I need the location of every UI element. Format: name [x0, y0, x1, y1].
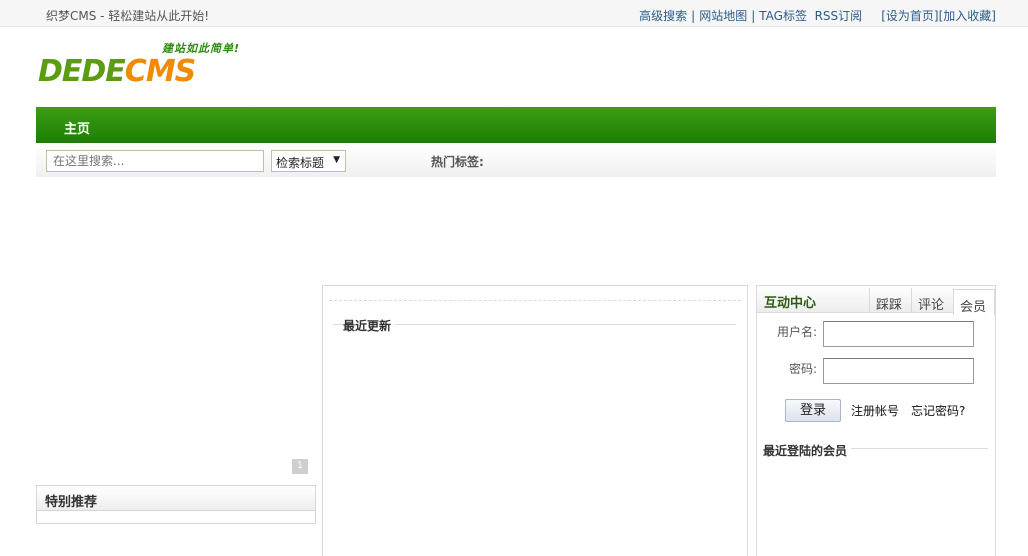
interaction-panel: 互动中心 踩踩 评论 会员 用户名: 密码: 登录 注册帐号 忘记密码? 最近登… — [756, 285, 996, 556]
forgot-password-link[interactable]: 忘记密码? — [911, 402, 965, 419]
tag-link[interactable]: TAG标签 — [759, 9, 807, 23]
logo-wordmark: DEDECMS — [38, 54, 196, 89]
set-home-link[interactable]: [设为首页] — [881, 9, 938, 23]
search-type-select[interactable]: 检索标题 ▼ — [271, 150, 346, 172]
chevron-down-icon: ▼ — [333, 155, 340, 165]
recent-members-title: 最近登陆的会员 — [763, 442, 852, 459]
recommend-box: 特别推荐 — [36, 485, 316, 524]
nav-item-home[interactable]: 主页 — [64, 118, 90, 137]
welcome-text: 织梦CMS - 轻松建站从此开始! — [46, 9, 210, 23]
password-field[interactable] — [823, 358, 974, 384]
tabs-header: 互动中心 踩踩 评论 会员 — [757, 286, 995, 316]
slide-pager-button[interactable]: 1 — [292, 459, 308, 474]
site-logo[interactable]: 建站如此简单! DEDECMS — [38, 40, 258, 92]
top-links: 高级搜索 | 网站地图 | TAG标签 RSS订阅 [设为首页][加入收藏] — [639, 9, 996, 23]
add-favorite-link[interactable]: [加入收藏] — [939, 9, 996, 23]
rss-link[interactable]: RSS订阅 — [815, 9, 863, 23]
search-bar: 检索标题 ▼ 热门标签: — [36, 143, 996, 177]
hot-tags-label: 热门标签: — [431, 155, 484, 169]
recent-updates-panel: 最近更新 — [322, 285, 748, 556]
advanced-search-link[interactable]: 高级搜索 — [639, 9, 687, 23]
login-button[interactable]: 登录 — [785, 399, 841, 422]
site-map-link[interactable]: 网站地图 — [699, 9, 747, 23]
recommend-title: 特别推荐 — [37, 486, 315, 511]
search-input[interactable] — [46, 150, 264, 172]
password-label: 密码: — [788, 362, 817, 376]
main-nav: 主页 — [36, 107, 996, 143]
tab-digg[interactable]: 踩踩 — [869, 288, 911, 313]
divider — [329, 300, 741, 301]
tab-members[interactable]: 会员 — [953, 289, 995, 316]
recent-updates-title: 最近更新 — [343, 317, 396, 334]
username-field[interactable] — [823, 321, 974, 347]
tab-comments[interactable]: 评论 — [911, 288, 953, 313]
search-type-value: 检索标题 — [276, 156, 325, 170]
top-bar: 织梦CMS - 轻松建站从此开始! 高级搜索 | 网站地图 | TAG标签 RSS订阅 … — [0, 0, 1028, 27]
username-label: 用户名: — [776, 325, 817, 339]
interaction-title: 互动中心 — [764, 296, 817, 311]
register-link[interactable]: 注册帐号 — [851, 402, 899, 419]
